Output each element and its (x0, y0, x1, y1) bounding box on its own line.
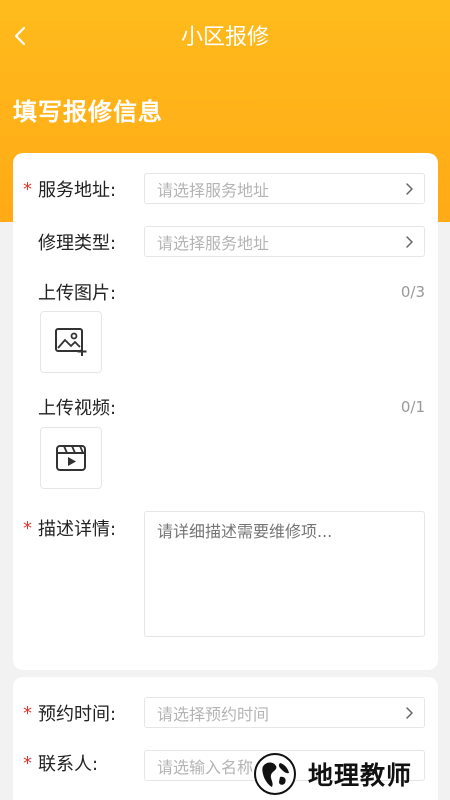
repair-type-row: 修理类型: 请选择服务地址 (13, 226, 438, 258)
required-mark: * (23, 702, 32, 724)
upload-video-button[interactable] (40, 427, 102, 489)
address-label: 服务地址: (38, 180, 117, 201)
appointment-row: * 预约时间: 请选择预约时间 (13, 697, 438, 729)
page-title: 小区报修 (180, 25, 269, 50)
upload-image-label: 上传图片: (38, 283, 117, 304)
chevron-right-icon (406, 183, 413, 195)
description-textarea[interactable] (144, 511, 425, 637)
upload-image-button[interactable] (40, 311, 102, 373)
video-clapper-icon (56, 445, 86, 471)
address-placeholder: 请选择服务地址 (157, 180, 270, 200)
repair-type-label: 修理类型: (38, 233, 117, 254)
chevron-right-icon (406, 236, 413, 248)
address-row: * 服务地址: 请选择服务地址 (13, 173, 438, 205)
chevron-right-icon (406, 707, 413, 719)
upload-image-counter: 0/3 (400, 283, 425, 301)
upload-video-label: 上传视频: (38, 398, 117, 419)
watermark: 地理教师 (250, 748, 450, 800)
section-title: 填写报修信息 (13, 98, 163, 126)
upload-video-counter: 0/1 (400, 398, 425, 416)
nav-bar: 小区报修 (0, 0, 450, 72)
required-mark: * (23, 178, 32, 200)
address-select[interactable]: 请选择服务地址 (144, 173, 425, 204)
repair-type-select[interactable]: 请选择服务地址 (144, 226, 425, 257)
required-mark: * (23, 752, 32, 774)
globe-logo-icon (254, 753, 296, 795)
appointment-label: 预约时间: (38, 704, 117, 725)
description-label: 描述详情: (38, 519, 117, 540)
contact-placeholder: 请选输入名称 (157, 757, 254, 777)
appointment-select[interactable]: 请选择预约时间 (144, 697, 425, 728)
contact-label: 联系人: (38, 754, 99, 775)
appointment-placeholder: 请选择预约时间 (157, 704, 270, 724)
watermark-text: 地理教师 (308, 761, 413, 790)
repair-info-card: * 服务地址: 请选择服务地址 修理类型: 请选择服务地址 上传图片: 0/3 (13, 153, 438, 670)
required-mark: * (23, 517, 32, 539)
add-image-icon (55, 328, 87, 356)
repair-type-placeholder: 请选择服务地址 (157, 233, 270, 253)
